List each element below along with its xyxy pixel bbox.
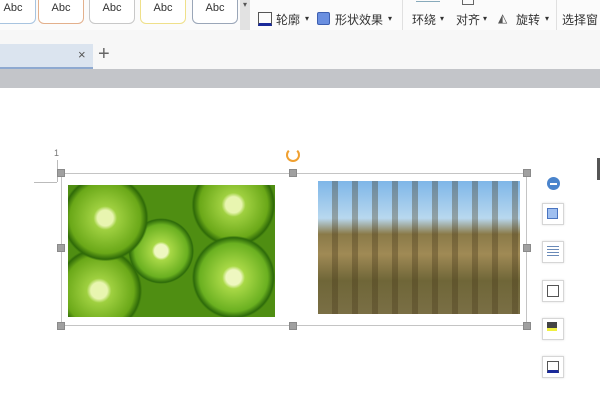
separator xyxy=(556,0,557,30)
resize-handle[interactable] xyxy=(523,322,531,330)
wrap-button[interactable]: 环绕 xyxy=(412,11,436,28)
outline-button[interactable]: 轮廓 xyxy=(276,11,300,28)
resize-handle[interactable] xyxy=(289,322,297,330)
resize-handle[interactable] xyxy=(57,322,65,330)
field-haystacks-image[interactable] xyxy=(318,181,520,314)
kiwi-image[interactable] xyxy=(68,185,275,317)
shape-style-3[interactable]: Abc xyxy=(89,0,135,24)
resize-handle[interactable] xyxy=(57,244,65,252)
outline-icon xyxy=(258,12,272,26)
collapse-icon[interactable] xyxy=(547,177,560,190)
ribbon: Abc Abc Abc Abc Abc ▾ 轮廓 ▾ 形状效果 ▾ ◲ 环绕 ▾… xyxy=(0,0,600,39)
shape-style-1[interactable]: Abc xyxy=(0,0,36,24)
page-number-marker: 1 xyxy=(54,148,60,158)
margin-mark xyxy=(34,182,57,183)
resize-handle[interactable] xyxy=(523,244,531,252)
resize-handle[interactable] xyxy=(289,169,297,177)
layout-options-button[interactable] xyxy=(542,203,564,225)
rotate-dropdown-icon[interactable]: ▾ xyxy=(545,14,549,23)
selection-pane-button[interactable]: 选择窗 xyxy=(562,11,598,28)
toolbar-divider xyxy=(0,69,600,88)
resize-handle[interactable] xyxy=(523,169,531,177)
rotate-icon: ◭ xyxy=(498,11,508,25)
fill-bucket-icon xyxy=(547,322,557,331)
rotate-handle-icon[interactable] xyxy=(286,148,300,162)
shape-style-4[interactable]: Abc xyxy=(140,0,186,24)
edit-pencil-icon xyxy=(547,285,559,297)
wrap-dropdown-icon[interactable]: ▾ xyxy=(440,14,444,23)
wrap-text-button[interactable] xyxy=(542,241,564,263)
align-icon xyxy=(462,0,474,5)
shape-style-2[interactable]: Abc xyxy=(38,0,84,24)
shape-effect-icon xyxy=(317,12,330,25)
shape-effect-dropdown-icon[interactable]: ▾ xyxy=(388,14,392,23)
rotate-button[interactable]: 旋转 xyxy=(516,11,540,28)
fill-button[interactable] xyxy=(542,318,564,340)
close-tab-icon[interactable]: × xyxy=(78,47,86,62)
align-dropdown-icon[interactable]: ▾ xyxy=(483,14,487,23)
crop-icon xyxy=(547,208,558,219)
wrap-icon xyxy=(416,0,440,2)
wrap-text-icon xyxy=(547,246,559,258)
outline-pen-icon xyxy=(547,361,559,373)
shape-style-5[interactable]: Abc xyxy=(192,0,238,24)
resize-handle[interactable] xyxy=(57,169,65,177)
document-tab[interactable]: × xyxy=(0,44,93,69)
shape-effect-button[interactable]: 形状效果 xyxy=(335,11,383,28)
new-tab-button[interactable]: + xyxy=(98,43,110,66)
outline-button-float[interactable] xyxy=(542,356,564,378)
outline-dropdown-icon[interactable]: ▾ xyxy=(305,14,309,23)
styles-more-button[interactable]: ▾ xyxy=(240,0,250,30)
edit-button[interactable] xyxy=(542,280,564,302)
align-button[interactable]: 对齐 xyxy=(456,11,480,28)
